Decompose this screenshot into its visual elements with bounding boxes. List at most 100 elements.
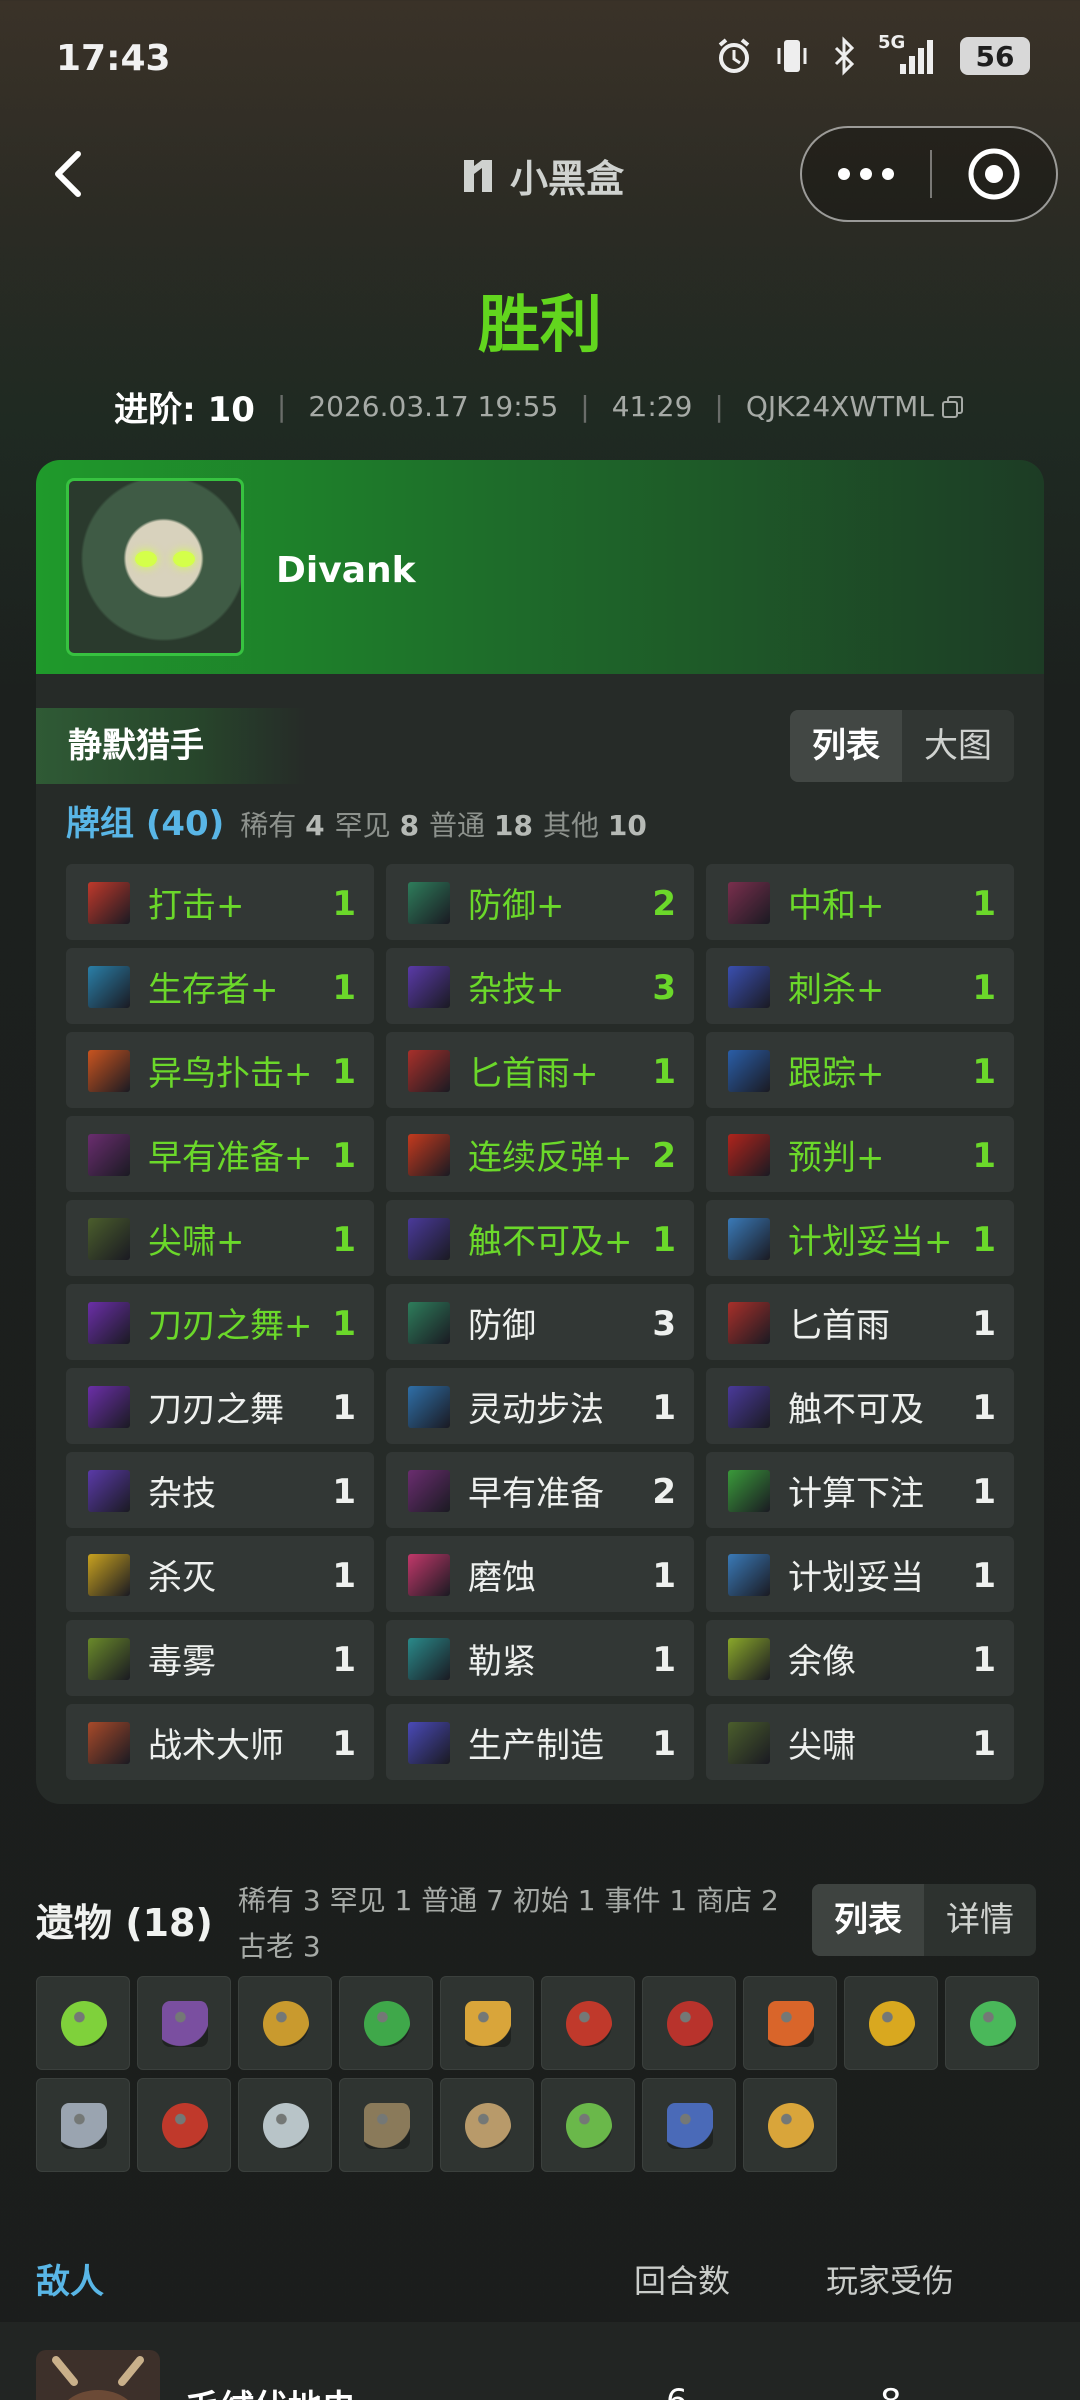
card-art-icon: [88, 1218, 130, 1260]
card-count: 1: [972, 1388, 996, 1428]
card-art-icon: [408, 1302, 450, 1344]
relic-item[interactable]: [137, 1976, 231, 2070]
relic-item[interactable]: [137, 2078, 231, 2172]
relic-item[interactable]: [642, 2078, 736, 2172]
enemy-turns: 6: [666, 2382, 688, 2400]
more-dot-icon: [860, 168, 872, 180]
card-item[interactable]: 计划妥当+ 1: [706, 1200, 1014, 1276]
more-button[interactable]: [802, 128, 930, 220]
relic-item[interactable]: [36, 2078, 130, 2172]
seed-copy[interactable]: QJK24XWTML: [746, 390, 966, 423]
card-name: 尖啸+: [148, 1222, 245, 1262]
card-item[interactable]: 预判+ 1: [706, 1116, 1014, 1192]
card-item[interactable]: 防御+ 2: [386, 864, 694, 940]
deck-view-big-button[interactable]: 大图: [902, 710, 1014, 782]
relics-title: 遗物 (18): [36, 1901, 213, 1945]
card-item[interactable]: 早有准备+ 1: [66, 1116, 374, 1192]
card-item[interactable]: 连续反弹+ 2: [386, 1116, 694, 1192]
vibrate-icon: [777, 40, 807, 72]
relic-item[interactable]: [743, 2078, 837, 2172]
card-item[interactable]: 生产制造 1: [386, 1704, 694, 1780]
card-art-icon: [408, 1638, 450, 1680]
ascension-label: 进阶:: [114, 390, 196, 430]
card-item[interactable]: 计划妥当 1: [706, 1536, 1014, 1612]
relic-item[interactable]: [238, 2078, 332, 2172]
card-art-icon: [408, 1470, 450, 1512]
relic-item[interactable]: [844, 1976, 938, 2070]
relic-item[interactable]: [440, 2078, 534, 2172]
card-item[interactable]: 灵动步法 1: [386, 1368, 694, 1444]
card-item[interactable]: 余像 1: [706, 1620, 1014, 1696]
back-button[interactable]: [40, 140, 100, 210]
card-art-icon: [408, 1134, 450, 1176]
card-item[interactable]: 尖啸 1: [706, 1704, 1014, 1780]
avatar-eye: [173, 551, 195, 567]
card-item[interactable]: 杂技+ 3: [386, 948, 694, 1024]
card-item[interactable]: 中和+ 1: [706, 864, 1014, 940]
card-item[interactable]: 刀刃之舞 1: [66, 1368, 374, 1444]
close-miniapp-button[interactable]: [932, 128, 1056, 220]
meta-divider: |: [276, 390, 287, 423]
card-count: 1: [972, 884, 996, 924]
relic-list: [36, 1976, 1044, 2172]
enemy-col-turns: 回合数: [634, 2262, 731, 2300]
deck-view-list-button[interactable]: 列表: [790, 710, 902, 782]
box-icon: [667, 2103, 713, 2149]
card-item[interactable]: 跟踪+ 1: [706, 1032, 1014, 1108]
card-count: 1: [332, 1472, 356, 1512]
card-name: 触不可及+: [468, 1222, 633, 1262]
card-item[interactable]: 触不可及+ 1: [386, 1200, 694, 1276]
cloth-icon: [667, 2001, 713, 2047]
relic-item[interactable]: [339, 2078, 433, 2172]
card-name: 余像: [788, 1642, 856, 1682]
class-name: 静默猎手: [36, 708, 306, 784]
deck-stat: 罕见 8: [334, 809, 420, 842]
card-item[interactable]: 触不可及 1: [706, 1368, 1014, 1444]
card-count: 1: [652, 1052, 676, 1092]
card-name: 防御+: [468, 886, 565, 926]
run-duration: 41:29: [611, 390, 693, 423]
card-item[interactable]: 匕首雨 1: [706, 1284, 1014, 1360]
card-name: 勒紧: [468, 1642, 536, 1682]
crown-icon: [869, 2001, 915, 2047]
relic-view-list-button[interactable]: 列表: [812, 1884, 924, 1956]
card-item[interactable]: 早有准备 2: [386, 1452, 694, 1528]
card-item[interactable]: 杀灭 1: [66, 1536, 374, 1612]
status-bar: 17:43 5G 56: [0, 0, 1080, 120]
card-item[interactable]: 防御 3: [386, 1284, 694, 1360]
relic-item[interactable]: [642, 1976, 736, 2070]
card-item[interactable]: 异鸟扑击+ 1: [66, 1032, 374, 1108]
card-item[interactable]: 匕首雨+ 1: [386, 1032, 694, 1108]
card-count: 2: [652, 1472, 676, 1512]
relic-item[interactable]: [541, 2078, 635, 2172]
miniapp-capsule: [800, 126, 1058, 222]
relic-item[interactable]: [541, 1976, 635, 2070]
relic-item[interactable]: [945, 1976, 1039, 2070]
card-item[interactable]: 打击+ 1: [66, 864, 374, 940]
card-item[interactable]: 毒雾 1: [66, 1620, 374, 1696]
card-item[interactable]: 杂技 1: [66, 1452, 374, 1528]
card-item[interactable]: 磨蚀 1: [386, 1536, 694, 1612]
card-count: 1: [652, 1724, 676, 1764]
relic-item[interactable]: [743, 1976, 837, 2070]
relic-item[interactable]: [440, 1976, 534, 2070]
card-list: 打击+ 1 防御+ 2 中和+ 1 生存者+ 1 杂技+ 3 刺杀+ 1 异鸟扑击+ 1 匕首雨+ 1 跟踪+ 1…: [66, 864, 1014, 1780]
card-item[interactable]: 刀刃之舞+ 1: [66, 1284, 374, 1360]
relic-item[interactable]: [238, 1976, 332, 2070]
relic-view-detail-button[interactable]: 详情: [924, 1884, 1036, 1956]
card-item[interactable]: 计算下注 1: [706, 1452, 1014, 1528]
card-art-icon: [728, 1302, 770, 1344]
card-item[interactable]: 生存者+ 1: [66, 948, 374, 1024]
card-item[interactable]: 战术大师 1: [66, 1704, 374, 1780]
card-art-icon: [728, 1134, 770, 1176]
brand-logo: 小黑盒: [456, 148, 624, 203]
relic-item[interactable]: [36, 1976, 130, 2070]
battery-indicator: 56: [960, 37, 1030, 75]
card-art-icon: [728, 1218, 770, 1260]
card-count: 1: [332, 1724, 356, 1764]
card-item[interactable]: 尖啸+ 1: [66, 1200, 374, 1276]
card-item[interactable]: 勒紧 1: [386, 1620, 694, 1696]
enemy-row[interactable]: 毛绒伏地虫 6 8: [0, 2322, 1080, 2400]
relic-item[interactable]: [339, 1976, 433, 2070]
card-item[interactable]: 刺杀+ 1: [706, 948, 1014, 1024]
